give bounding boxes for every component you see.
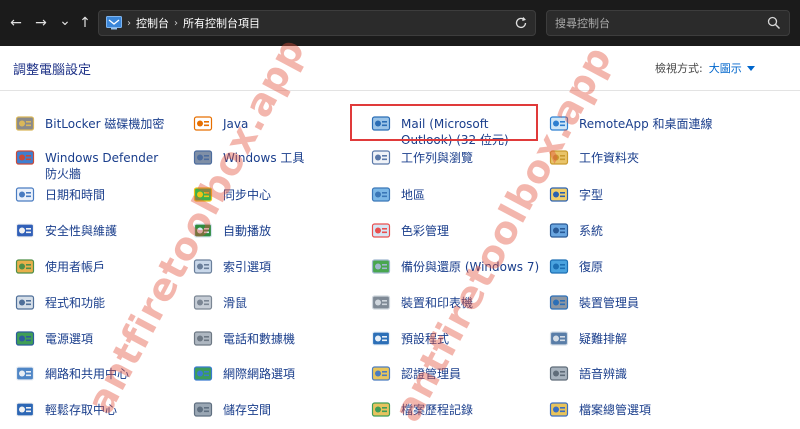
cp-item-label: 日期和時間 [45,188,106,202]
firewall-icon [14,147,36,169]
cp-item-label: 網際網路選項 [223,367,296,381]
bitlocker-icon [14,113,36,135]
speech-recognition-icon [548,363,570,385]
search-placeholder: 搜尋控制台 [555,17,610,30]
cp-item-label: Windows Defender 防火牆 [45,151,159,181]
mouse-icon [192,292,214,314]
java-icon [192,113,214,135]
devices-printers-icon [370,292,392,314]
cp-item-color-management[interactable]: 色彩管理 [370,223,449,242]
security-maintenance-icon [14,220,36,242]
cp-item-label: 工作列與瀏覽 [401,151,474,165]
cp-item-label: RemoteApp 和桌面連線 [579,117,713,131]
troubleshooting-icon [548,328,570,350]
search-input[interactable]: 搜尋控制台 [546,10,790,36]
cp-item-internet-options[interactable]: 網際網路選項 [192,366,295,385]
backup-restore-icon [370,256,392,278]
cp-item-label: 檔案總管選項 [579,403,652,417]
forward-arrow-icon: → [35,15,47,31]
breadcrumb-all-items[interactable]: 所有控制台項目 [183,15,260,31]
view-by-control: 檢視方式: 大圖示 [655,60,755,76]
header-divider [0,90,800,91]
cp-item-label: 語音辨識 [579,367,628,381]
default-programs-icon [370,328,392,350]
breadcrumb-separator: › [127,17,131,29]
credential-manager-icon [370,363,392,385]
forward-button[interactable]: → [32,14,50,32]
cp-item-label: 自動播放 [223,224,272,238]
cp-item-power-options[interactable]: 電源選項 [14,331,93,350]
cp-item-label: BitLocker 磁碟機加密 [45,117,165,131]
cp-item-label: 電話和數據機 [223,332,296,346]
system-icon [548,220,570,242]
cp-item-label: 電源選項 [45,332,94,346]
cp-item-label: 字型 [579,188,604,202]
cp-item-device-manager[interactable]: 裝置管理員 [548,295,639,314]
user-accounts-icon [14,256,36,278]
cp-item-file-explorer-options[interactable]: 檔案總管選項 [548,402,651,421]
caret-down-icon[interactable] [746,66,755,71]
cp-item-user-accounts[interactable]: 使用者帳戶 [14,259,105,278]
cp-item-label: 滑鼠 [223,296,248,310]
phone-modem-icon [192,328,214,350]
cp-item-label: 索引選項 [223,260,272,274]
cp-item-system[interactable]: 系統 [548,223,603,242]
back-button[interactable]: ← [7,14,25,32]
cp-item-label: 色彩管理 [401,224,450,238]
cp-item-label: 地區 [401,188,426,202]
cp-item-label: 儲存空間 [223,403,272,417]
cp-item-security-maintenance[interactable]: 安全性與維護 [14,223,117,242]
cp-item-troubleshooting[interactable]: 疑難排解 [548,331,627,350]
cp-item-label: 系統 [579,224,604,238]
breadcrumb-separator: › [174,17,178,29]
taskbar-icon [370,147,392,169]
address-bar[interactable]: › 控制台 › 所有控制台項目 [98,10,536,36]
up-button[interactable]: ↑ [76,14,94,32]
date-time-icon [14,184,36,206]
cp-item-date-time[interactable]: 日期和時間 [14,187,105,206]
cp-item-label: 復原 [579,260,604,274]
cp-item-region[interactable]: 地區 [370,187,425,206]
up-arrow-icon: ↑ [79,15,91,31]
color-management-icon [370,220,392,242]
recent-locations-button[interactable]: ⌄ [56,12,74,30]
view-by-dropdown[interactable]: 大圖示 [709,60,742,76]
breadcrumb-control-panel[interactable]: 控制台 [136,15,169,31]
cp-item-label: 程式和功能 [45,296,106,310]
cp-item-label: 使用者帳戶 [45,260,106,274]
cp-item-storage-spaces[interactable]: 儲存空間 [192,402,271,421]
chevron-down-icon: ⌄ [59,13,71,29]
recovery-icon [548,256,570,278]
cp-item-label: 安全性與維護 [45,224,118,238]
cp-item-indexing-options[interactable]: 索引選項 [192,259,271,278]
cp-item-mouse[interactable]: 滑鼠 [192,295,247,314]
internet-options-icon [192,363,214,385]
programs-features-icon [14,292,36,314]
title-bar: ← → ⌄ ↑ › 控制台 › 所有控制台項目 搜尋控制台 [0,0,800,46]
cp-item-label: 工作資料夾 [579,151,640,165]
cp-item-phone-modem[interactable]: 電話和數據機 [192,331,295,350]
region-icon [370,184,392,206]
cp-item-label: 疑難排解 [579,332,628,346]
cp-item-fonts[interactable]: 字型 [548,187,603,206]
refresh-icon[interactable] [513,15,529,31]
cp-item-programs-features[interactable]: 程式和功能 [14,295,105,314]
cp-item-recovery[interactable]: 復原 [548,259,603,278]
network-sharing-icon [14,363,36,385]
cp-item-label: 裝置管理員 [579,296,640,310]
device-manager-icon [548,292,570,314]
cp-item-taskbar[interactable]: 工作列與瀏覽 [370,150,473,169]
page-title: 調整電腦設定 [13,63,92,78]
back-arrow-icon: ← [10,15,22,31]
view-by-label: 檢視方式: [655,62,703,75]
power-options-icon [14,328,36,350]
search-icon [767,16,781,30]
cp-item-bitlocker[interactable]: BitLocker 磁碟機加密 [14,116,164,135]
cp-item-firewall[interactable]: Windows Defender 防火牆 [14,150,171,182]
control-panel-icon [106,16,122,30]
highlight-box [350,104,538,141]
cp-item-speech-recognition[interactable]: 語音辨識 [548,366,627,385]
